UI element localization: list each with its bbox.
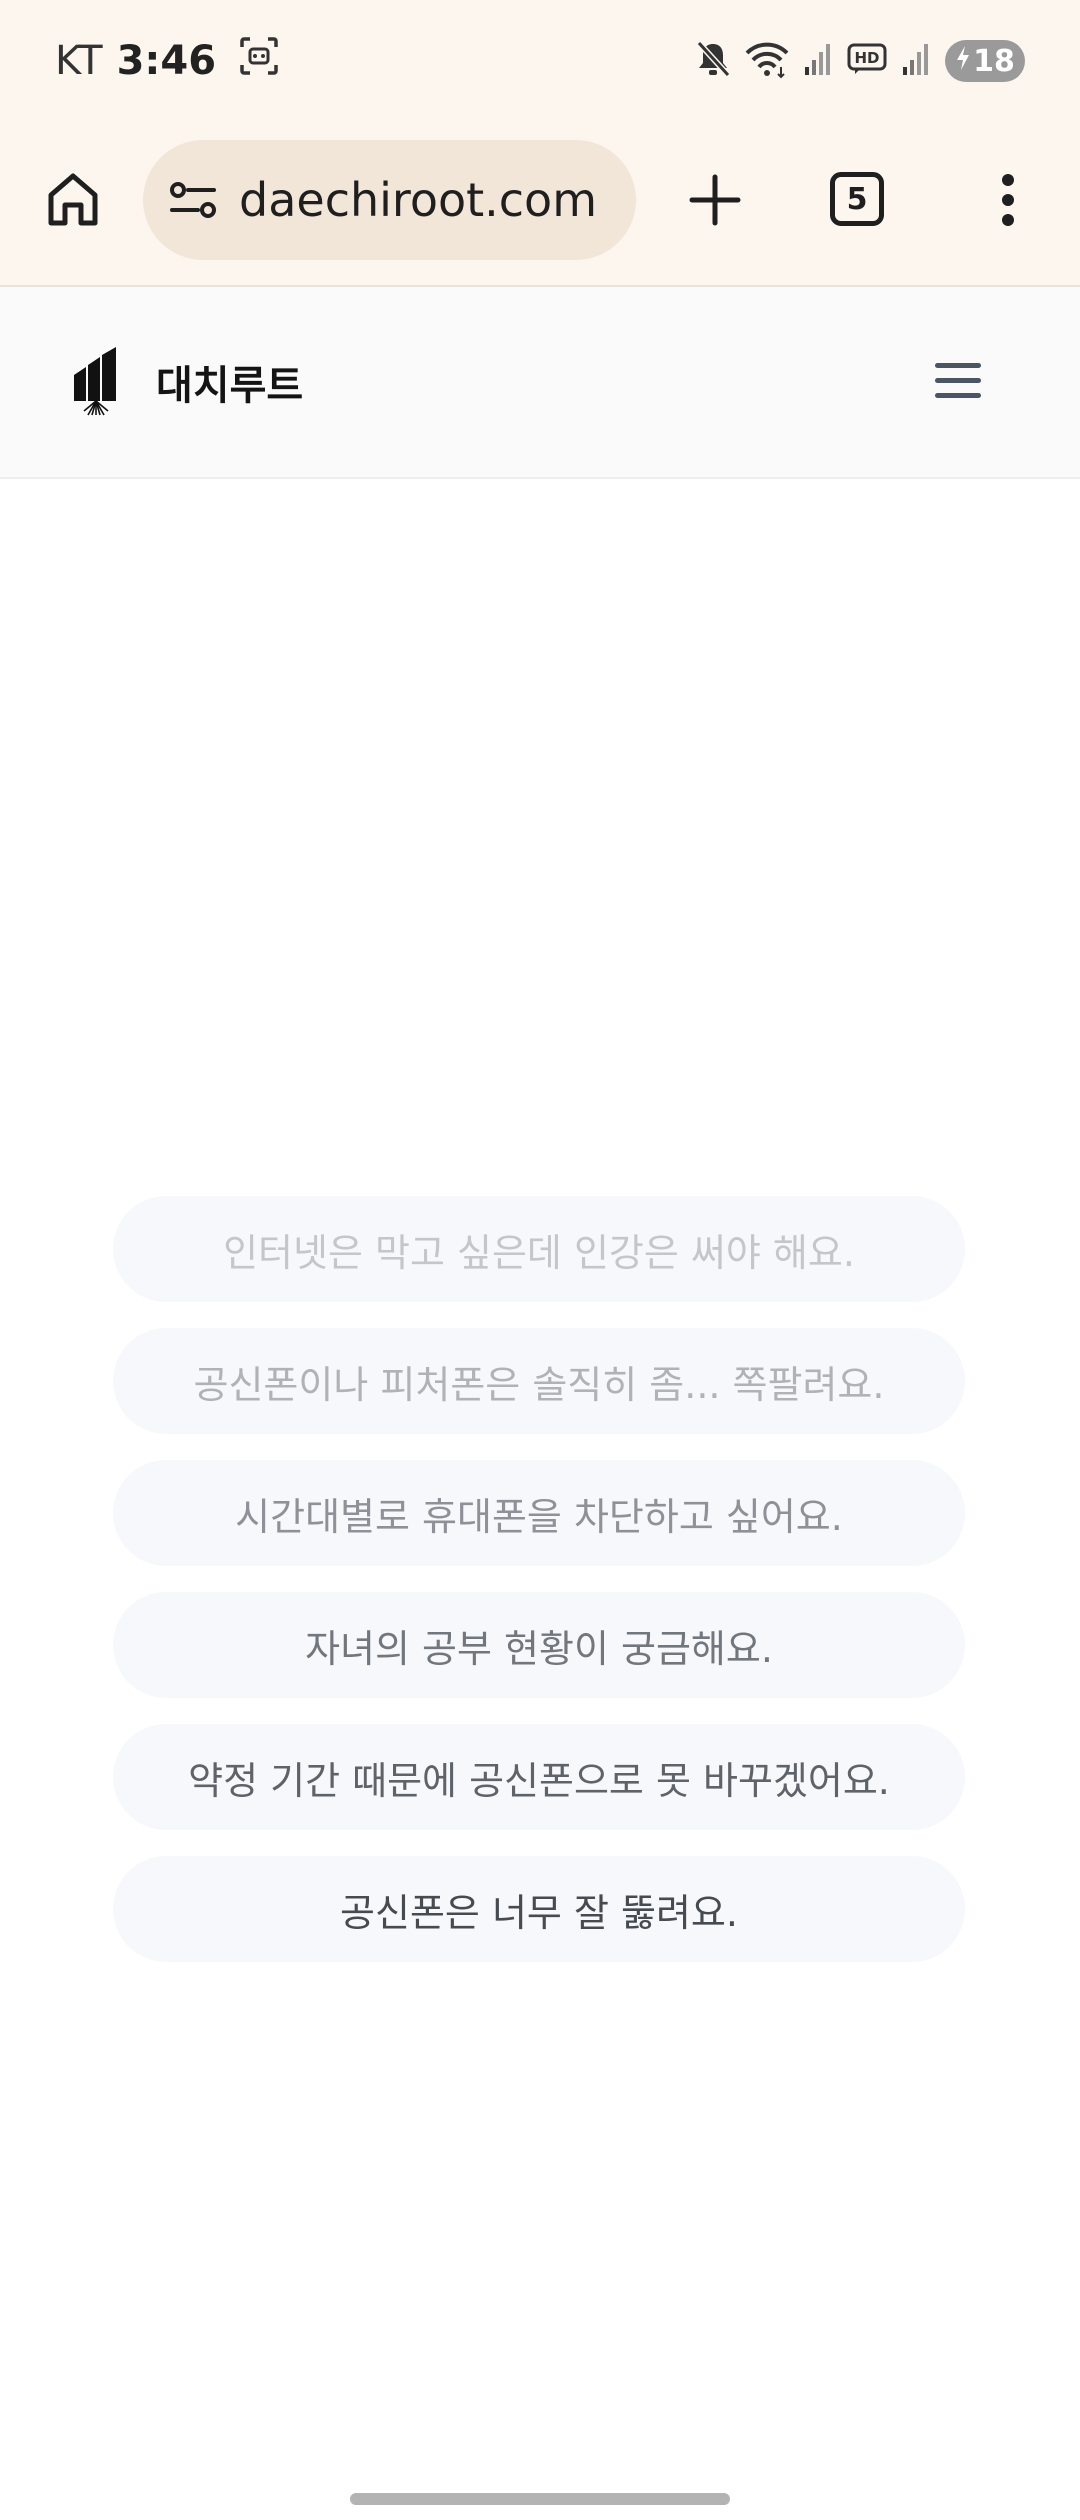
concern-text: 인터넷은 막고 싶은데 인강은 써야 해요. (223, 1230, 855, 1275)
concern-pill-5: 약정 기간 때문에 공신폰으로 못 바꾸겠어요. (113, 1724, 965, 1830)
concern-text: 시간대별로 휴대폰을 차단하고 싶어요. (235, 1494, 843, 1539)
browser-toolbar: daechiroot.com 5 (0, 125, 1080, 287)
battery-indicator: 18 (945, 40, 1025, 82)
status-bar: KT 3:46 HD 18 (0, 0, 1080, 125)
concern-text: 약정 기간 때문에 공신폰으로 못 바꾸겠어요. (188, 1758, 890, 1803)
concern-pill-2: 공신폰이나 피처폰은 솔직히 좀... 쪽팔려요. (113, 1328, 965, 1434)
url-text: daechiroot.com (239, 173, 598, 227)
status-left: KT 3:46 (55, 36, 280, 86)
hamburger-line (935, 377, 981, 383)
concern-pill-1: 인터넷은 막고 싶은데 인강은 써야 해요. (113, 1196, 965, 1302)
site-settings-icon[interactable] (165, 172, 221, 228)
concern-pill-4: 자녀의 공부 현황이 궁금해요. (113, 1592, 965, 1698)
concern-pill-6: 공신폰은 너무 잘 뚫려요. (113, 1856, 965, 1962)
home-button[interactable] (38, 165, 108, 235)
plus-icon (689, 174, 741, 226)
concern-text: 공신폰은 너무 잘 뚫려요. (340, 1890, 738, 1935)
site-logo[interactable] (70, 345, 126, 417)
hamburger-menu-button[interactable] (935, 355, 985, 405)
battery-level: 18 (973, 43, 1015, 79)
concern-pill-3: 시간대별로 휴대폰을 차단하고 싶어요. (113, 1460, 965, 1566)
tab-switcher-button[interactable]: 5 (830, 172, 884, 226)
tab-count: 5 (846, 181, 868, 217)
hamburger-line (935, 362, 981, 368)
signal-icon-secondary (901, 41, 931, 81)
new-tab-button[interactable] (680, 165, 750, 235)
signal-icon (803, 41, 833, 81)
site-name[interactable]: 대치루트 (156, 347, 303, 417)
address-bar[interactable]: daechiroot.com (143, 140, 636, 260)
screen: KT 3:46 HD 18 daechiroot.com 5 대치루트 인터넷은… (0, 0, 1080, 2520)
more-vertical-icon (1002, 174, 1014, 226)
concern-text: 자녀의 공부 현황이 궁금해요. (305, 1626, 773, 1671)
home-icon (48, 173, 98, 226)
mute-icon (695, 39, 731, 83)
screenshot-icon (238, 35, 280, 87)
concern-text: 공신폰이나 피처폰은 솔직히 좀... 쪽팔려요. (193, 1362, 885, 1407)
wifi-icon (745, 39, 789, 83)
gesture-home-indicator[interactable] (350, 2493, 730, 2505)
site-header: 대치루트 (0, 287, 1080, 479)
hamburger-line (935, 392, 981, 398)
browser-menu-button[interactable] (980, 165, 1036, 235)
clock-time: 3:46 (116, 38, 217, 84)
hd-voice-icon: HD (847, 43, 887, 79)
svg-text:HD: HD (854, 49, 879, 67)
status-right: HD 18 (695, 36, 1025, 86)
charging-bolt-icon (955, 44, 971, 79)
carrier-label: KT (55, 38, 103, 84)
